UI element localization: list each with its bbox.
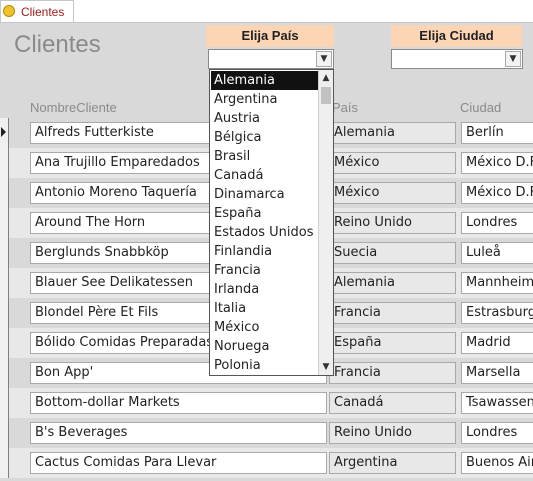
- document-tab-bar: Clientes: [0, 0, 533, 23]
- dropdown-option[interactable]: España: [211, 204, 318, 223]
- pais-field[interactable]: Francia: [329, 302, 456, 324]
- dropdown-option[interactable]: Polonia: [211, 356, 318, 375]
- record-selector[interactable]: [0, 418, 9, 448]
- dropdown-option[interactable]: Argentina: [211, 90, 318, 109]
- nombre-field[interactable]: Bottom-dollar Markets: [30, 392, 327, 414]
- record-selector[interactable]: [0, 268, 9, 298]
- ciudad-field[interactable]: Madrid: [461, 332, 533, 354]
- pais-field[interactable]: Suecia: [329, 242, 456, 264]
- dropdown-option[interactable]: Noruega: [211, 337, 318, 356]
- record-selector[interactable]: [0, 388, 9, 418]
- ciudad-field[interactable]: Tsawassen: [461, 392, 533, 414]
- nombre-field[interactable]: B's Beverages: [30, 422, 327, 444]
- pais-combo[interactable]: ▼: [208, 49, 334, 69]
- pais-dropdown-list[interactable]: Alemania Argentina Austria Bélgica Brasil Can…: [209, 69, 334, 376]
- pais-field[interactable]: Canadá: [329, 392, 456, 414]
- ciudad-field[interactable]: Buenos Aires: [461, 452, 533, 474]
- ciudad-field[interactable]: Londres: [461, 212, 533, 234]
- pais-field[interactable]: México: [329, 182, 456, 204]
- dropdown-option[interactable]: Estados Unidos: [211, 223, 318, 242]
- record-selector[interactable]: [0, 328, 9, 358]
- dropdown-option[interactable]: Irlanda: [211, 280, 318, 299]
- scroll-up-icon[interactable]: ▲: [319, 71, 333, 85]
- form-icon: [3, 5, 15, 17]
- pais-field[interactable]: Alemania: [329, 122, 456, 144]
- column-header-pais: País: [332, 100, 359, 115]
- pais-field[interactable]: España: [329, 332, 456, 354]
- dropdown-option[interactable]: Austria: [211, 109, 318, 128]
- pais-field[interactable]: México: [329, 152, 456, 174]
- record-selector[interactable]: [0, 208, 9, 238]
- dropdown-scrollbar[interactable]: ▲ ▼: [318, 70, 333, 375]
- record-selector[interactable]: [0, 298, 9, 328]
- record-selector[interactable]: [0, 238, 9, 268]
- ciudad-field[interactable]: Estrasburgo: [461, 302, 533, 324]
- record-selector[interactable]: [0, 178, 9, 208]
- dropdown-option[interactable]: Brasil: [211, 147, 318, 166]
- dropdown-option[interactable]: Italia: [211, 299, 318, 318]
- pais-field[interactable]: Reino Unido: [329, 422, 456, 444]
- ciudad-field[interactable]: Berlín: [461, 122, 533, 144]
- ciudad-field[interactable]: Luleå: [461, 242, 533, 264]
- ciudad-field[interactable]: México D.F.: [461, 182, 533, 204]
- pais-field[interactable]: Reino Unido: [329, 212, 456, 234]
- pais-field[interactable]: Argentina: [329, 452, 456, 474]
- record-selector[interactable]: [0, 448, 9, 478]
- tab-label: Clientes: [21, 5, 65, 19]
- page-title: Clientes: [14, 31, 101, 58]
- dropdown-option[interactable]: Canadá: [211, 166, 318, 185]
- dropdown-option[interactable]: Finlandia: [211, 242, 318, 261]
- ciudad-field[interactable]: Mannheim: [461, 272, 533, 294]
- dropdown-option[interactable]: Alemania: [211, 71, 318, 90]
- record-selector[interactable]: [0, 148, 9, 178]
- table-row[interactable]: Cactus Comidas Para Llevar Argentina Bueno…: [0, 448, 533, 478]
- pais-field[interactable]: Francia: [329, 362, 456, 384]
- current-record-icon: [1, 127, 6, 137]
- dropdown-option[interactable]: Bélgica: [211, 128, 318, 147]
- ciudad-combo[interactable]: ▼: [391, 49, 523, 69]
- record-selector[interactable]: [0, 118, 9, 148]
- dropdown-option[interactable]: México: [211, 318, 318, 337]
- tab-clientes[interactable]: Clientes: [0, 0, 74, 22]
- column-header-ciudad: Ciudad: [460, 100, 502, 115]
- pais-field[interactable]: Alemania: [329, 272, 456, 294]
- chevron-down-icon[interactable]: ▼: [316, 51, 332, 67]
- ciudad-field[interactable]: México D.F.: [461, 152, 533, 174]
- scroll-down-icon[interactable]: ▼: [319, 360, 333, 374]
- ciudad-field[interactable]: Marsella: [461, 362, 533, 384]
- table-row[interactable]: Bottom-dollar Markets Canadá Tsawassen: [0, 388, 533, 418]
- table-row[interactable]: B's Beverages Reino Unido Londres: [0, 418, 533, 448]
- dropdown-option[interactable]: Francia: [211, 261, 318, 280]
- column-header-nombre: NombreCliente: [30, 100, 117, 115]
- pais-filter-label: Elija País: [206, 25, 334, 47]
- dropdown-option[interactable]: Dinamarca: [211, 185, 318, 204]
- nombre-field[interactable]: Cactus Comidas Para Llevar: [30, 452, 327, 474]
- chevron-down-icon[interactable]: ▼: [505, 51, 521, 67]
- ciudad-filter-label: Elija Ciudad: [391, 25, 522, 47]
- scroll-thumb[interactable]: [321, 87, 331, 104]
- record-selector[interactable]: [0, 358, 9, 388]
- ciudad-field[interactable]: Londres: [461, 422, 533, 444]
